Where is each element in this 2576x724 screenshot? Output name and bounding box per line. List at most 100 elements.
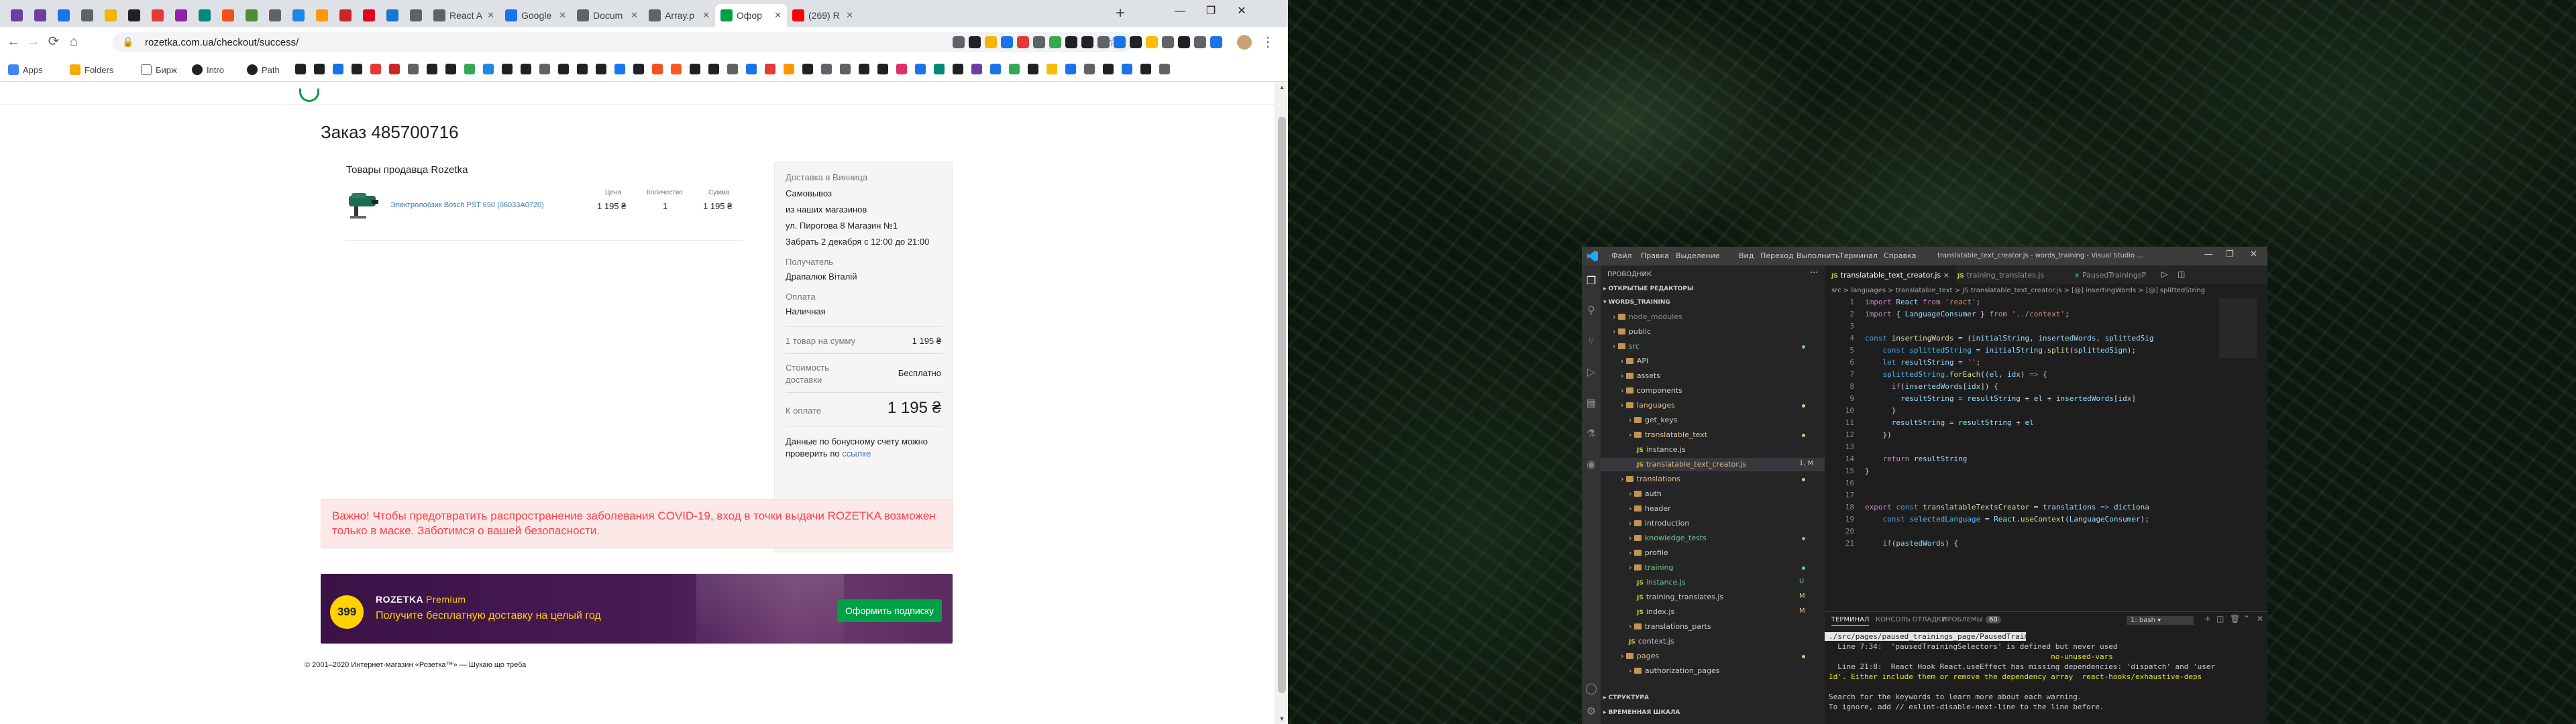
menu-kebab-icon[interactable]: ⋮ — [1261, 34, 1275, 50]
bookmark-icon[interactable] — [333, 64, 343, 74]
account-icon[interactable]: ◯ — [1585, 682, 1597, 695]
tree-folder[interactable]: › knowledge_tests — [1629, 534, 1707, 542]
bookmark-icon[interactable] — [1084, 64, 1095, 74]
browser-tab[interactable] — [146, 4, 170, 27]
code-line[interactable]: import React from 'react'; — [1865, 298, 1980, 306]
extension-icon[interactable] — [1065, 36, 1077, 48]
browser-tab[interactable]: (269) R ✕ — [787, 4, 859, 27]
close-tab-icon[interactable]: ✕ — [484, 10, 494, 21]
profile-avatar[interactable] — [1237, 35, 1252, 50]
browser-tab[interactable]: React A ✕ — [428, 4, 500, 27]
bookmark-icon[interactable] — [1140, 64, 1151, 74]
browser-tab[interactable] — [123, 4, 146, 27]
bookmark-icon[interactable] — [877, 64, 888, 74]
tree-folder[interactable]: › languages — [1621, 401, 1675, 410]
extension-icon[interactable] — [1001, 36, 1013, 48]
bookmark-icon[interactable] — [821, 64, 832, 74]
browser-tab[interactable] — [311, 4, 334, 27]
maximize-panel-icon[interactable]: ⌃ — [2243, 614, 2250, 623]
bookmark-icon[interactable] — [934, 64, 945, 74]
browser-tab[interactable] — [287, 4, 311, 27]
browser-tab[interactable] — [217, 4, 240, 27]
extension-icon[interactable] — [1178, 36, 1190, 48]
menu-item[interactable]: Терминал — [1839, 251, 1878, 260]
close-panel-icon[interactable]: ✕ — [2257, 614, 2263, 623]
bookmark-icon[interactable] — [427, 64, 437, 74]
page-scrollbar[interactable]: ▲ ▼ — [1275, 82, 1288, 724]
bookmark-icon[interactable] — [1065, 64, 1076, 74]
extension-icon[interactable] — [1210, 36, 1222, 48]
browser-tab[interactable]: Docum ✕ — [572, 4, 643, 27]
menu-item[interactable]: Правка — [1641, 251, 1669, 260]
browser-tab[interactable] — [381, 4, 405, 27]
more-icon[interactable]: ··· — [1810, 268, 1818, 278]
code-line[interactable]: if(insertedWords[idx]) { — [1865, 382, 1998, 391]
scroll-up-icon[interactable]: ▲ — [1275, 82, 1288, 93]
bonus-link[interactable]: ссылке — [842, 448, 871, 459]
tree-folder[interactable]: › public — [1613, 327, 1651, 336]
split-terminal-icon[interactable]: ◫ — [2216, 614, 2224, 623]
home-button[interactable]: ⌂ — [64, 32, 83, 51]
tree-folder[interactable]: › authorization_pages — [1629, 666, 1720, 675]
tree-folder[interactable]: › header — [1629, 504, 1671, 513]
close-window-button[interactable]: ✕ — [2250, 249, 2257, 259]
menu-item[interactable]: Переход — [1760, 251, 1794, 260]
tab-debug-console[interactable]: КОНСОЛЬ ОТЛАДКИ — [1876, 616, 1947, 623]
extension-icon[interactable] — [1081, 36, 1093, 48]
browser-tab[interactable]: Google ✕ — [500, 4, 572, 27]
close-tab-icon[interactable]: ✕ — [771, 10, 782, 21]
tab-training-translates[interactable]: JS training_translates.js — [1951, 265, 2051, 284]
bookmark-icon[interactable] — [746, 64, 757, 74]
menu-item[interactable]: Файл — [1611, 251, 1631, 260]
menu-item[interactable]: Выполнить — [1796, 251, 1839, 260]
close-tab-icon[interactable]: ✕ — [700, 10, 710, 21]
browser-tab[interactable]: Array.p ✕ — [643, 4, 715, 27]
bookmark-folders[interactable]: Folders — [70, 64, 113, 76]
remote-icon[interactable]: ◉ — [1585, 459, 1597, 471]
trash-icon[interactable]: 🗑 — [2230, 614, 2240, 623]
browser-tab[interactable] — [405, 4, 428, 27]
extension-icon[interactable] — [1162, 36, 1174, 48]
maximize-button[interactable]: ❐ — [1195, 0, 1226, 23]
bookmark-icon[interactable] — [896, 64, 907, 74]
bookmark-icon[interactable] — [765, 64, 775, 74]
code-line[interactable]: } — [1865, 406, 1896, 415]
source-control-icon[interactable]: ⑂ — [1585, 335, 1597, 347]
tab-problems[interactable]: ПРОБЛЕМЫ — [1943, 616, 1983, 623]
bookmark-icon[interactable] — [784, 64, 794, 74]
browser-tab[interactable] — [29, 4, 52, 27]
bookmark-icon[interactable] — [1046, 64, 1057, 74]
bookmark-icon[interactable] — [539, 64, 550, 74]
bookmark-icon[interactable] — [859, 64, 869, 74]
code-line[interactable]: }) — [1865, 430, 1891, 439]
tree-folder[interactable]: › translations_parts — [1629, 622, 1711, 631]
bookmark-icon[interactable] — [1103, 64, 1114, 74]
tree-folder[interactable]: › assets — [1621, 371, 1660, 380]
back-button[interactable]: ← — [4, 32, 23, 51]
tree-folder[interactable]: › translations — [1621, 475, 1680, 483]
bookmark-icon[interactable] — [352, 64, 362, 74]
extension-icon[interactable] — [969, 36, 981, 48]
tree-file[interactable]: JS context.js — [1629, 637, 1674, 646]
close-window-button[interactable]: ✕ — [1226, 0, 1257, 23]
bookmark-icon[interactable] — [502, 64, 513, 74]
code-line[interactable]: } — [1865, 467, 1870, 475]
tree-folder[interactable]: › pages — [1621, 652, 1659, 660]
bookmark-icon[interactable] — [445, 64, 456, 74]
code-line[interactable]: const insertingWords = (initialString, i… — [1865, 334, 2154, 343]
open-editors-header[interactable]: ▸ ОТКРЫТЫЕ РЕДАКТОРЫ — [1603, 286, 1693, 292]
bookmark-icon[interactable] — [727, 64, 738, 74]
bookmark-icon[interactable] — [558, 64, 569, 74]
bookmark-icon[interactable] — [408, 64, 419, 74]
bookmark-icon[interactable] — [389, 64, 400, 74]
tree-file[interactable]: JS instance.js — [1637, 578, 1686, 587]
testing-icon[interactable]: ⚗ — [1585, 428, 1597, 440]
search-icon[interactable]: ⚲ — [1585, 304, 1597, 316]
code-line[interactable]: if(pastedWords) { — [1865, 539, 1959, 548]
bookmark-icon[interactable] — [990, 64, 1001, 74]
extension-icon[interactable] — [1146, 36, 1158, 48]
bookmark-icon[interactable] — [671, 64, 682, 74]
bookmark-icon[interactable] — [596, 64, 606, 74]
reload-button[interactable]: ⟳ — [44, 32, 63, 51]
code-line[interactable]: import { LanguageConsumer } from '../con… — [1865, 310, 2070, 318]
